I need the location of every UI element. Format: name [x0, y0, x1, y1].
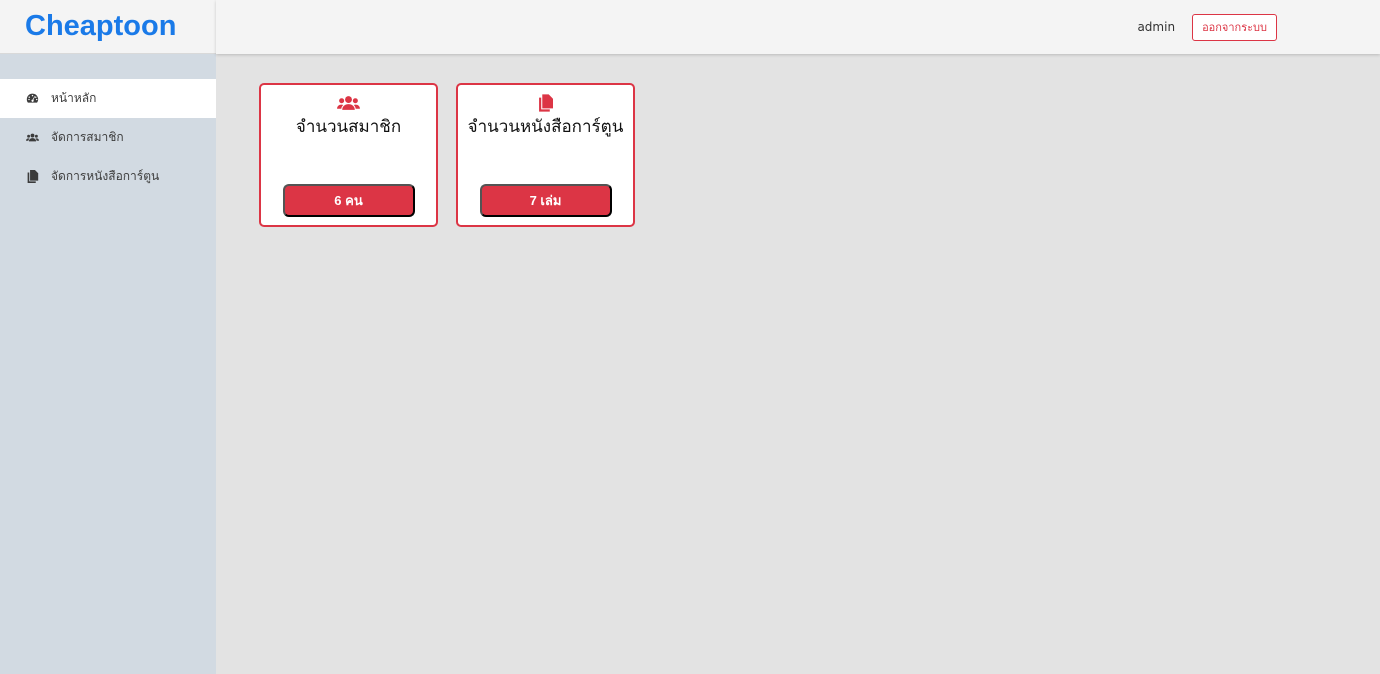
comic-count-card: จำนวนหนังสือการ์ตูน 7 เล่ม	[456, 83, 635, 227]
comic-count-button[interactable]: 7 เล่ม	[479, 184, 612, 217]
copy-icon	[25, 170, 39, 184]
users-icon	[25, 131, 39, 145]
sidebar-item-label: จัดการสมาชิก	[51, 130, 124, 144]
top-bar: admin ออกจากระบบ	[216, 0, 1380, 54]
member-count-card: จำนวนสมาชิก 6 คน	[259, 83, 438, 227]
card-title: จำนวนสมาชิก	[295, 117, 402, 137]
sidebar-item-label: หน้าหลัก	[51, 91, 97, 105]
username: admin	[1137, 20, 1176, 34]
main-content: จำนวนสมาชิก 6 คน จำนวนหนังสือการ์ตูน 7 เ…	[216, 54, 1380, 674]
brand-bar: Cheaptoon	[0, 0, 216, 54]
card-title: จำนวนหนังสือการ์ตูน	[467, 117, 624, 137]
sidebar-nav: หน้าหลัก จัดการสมาชิก จัดการหนังสือการ์ต…	[0, 79, 216, 196]
sidebar: Cheaptoon หน้าหลัก จัดการสมาชิก จัดการหน…	[0, 0, 216, 674]
sidebar-item-comics[interactable]: จัดการหนังสือการ์ตูน	[0, 157, 216, 196]
sidebar-item-members[interactable]: จัดการสมาชิก	[0, 118, 216, 157]
sidebar-item-home[interactable]: หน้าหลัก	[0, 79, 216, 118]
brand-logo[interactable]: Cheaptoon	[25, 10, 176, 43]
users-icon	[337, 94, 360, 111]
dashboard-icon	[25, 92, 39, 106]
file-copy-icon	[538, 93, 553, 112]
logout-button[interactable]: ออกจากระบบ	[1192, 13, 1277, 41]
sidebar-item-label: จัดการหนังสือการ์ตูน	[51, 169, 160, 183]
member-count-button[interactable]: 6 คน	[282, 184, 415, 217]
